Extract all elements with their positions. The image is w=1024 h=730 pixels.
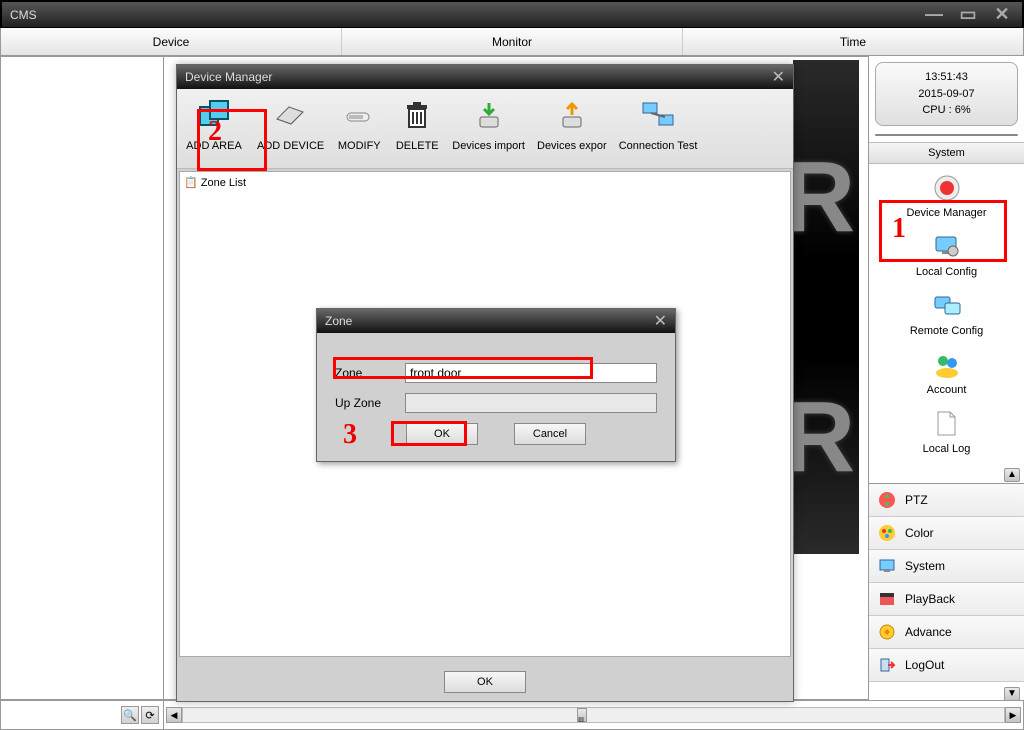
menu-bar: Device Monitor Time [0,28,1024,56]
sidebar-local-log[interactable]: Local Log [873,408,1020,455]
zoom-icon[interactable]: 🔍 [121,706,139,724]
import-icon [469,95,509,135]
scroll-right-icon[interactable]: ▶ [1005,707,1021,723]
left-panel [0,56,164,700]
minimize-button[interactable]: — [922,6,946,24]
status-cpu: CPU : 6% [882,102,1011,119]
title-bar: CMS — ▭ ✕ [0,0,1024,28]
toolbar-connection-test[interactable]: Connection Test [613,95,704,168]
status-box: 13:51:43 2015-09-07 CPU : 6% [875,62,1018,126]
zone-field-label: Zone [335,366,405,380]
zone-dialog-title: Zone [325,314,352,328]
clapper-icon [877,589,897,609]
dialog-title: Device Manager [185,70,272,84]
document-icon [931,408,963,440]
panel-ptz[interactable]: PTZ [869,484,1024,517]
palette-icon [877,523,897,543]
scroll-left-icon[interactable]: ◀ [166,707,182,723]
toolbar-add-device[interactable]: ADD DEVICE [251,95,330,168]
up-zone-input[interactable] [405,393,657,413]
logout-icon [877,655,897,675]
record-icon [931,172,963,204]
menu-device[interactable]: Device [1,28,342,55]
tree-root-label: Zone List [201,177,246,189]
trash-icon [397,95,437,135]
add-area-icon [194,95,234,135]
zone-cancel-button[interactable]: Cancel [514,423,586,445]
status-date: 2015-09-07 [882,86,1011,103]
cpu-progress [875,134,1018,136]
panel-color[interactable]: Color [869,517,1024,550]
zone-input[interactable] [405,363,657,383]
sidebar-device-manager[interactable]: Device Manager [873,172,1020,219]
connection-test-icon [638,95,678,135]
ptz-icon [877,490,897,510]
zone-dialog-close-icon[interactable]: ✕ [654,311,667,331]
toolbar-add-area[interactable]: ADD AREA [177,95,251,168]
toolbar-delete[interactable]: DELETE [388,95,446,168]
right-panel: 13:51:43 2015-09-07 CPU : 6% System Devi… [869,56,1024,700]
panel-playback[interactable]: PlayBack [869,583,1024,616]
toolbar-devices-import[interactable]: Devices import [446,95,531,168]
users-icon [931,349,963,381]
zone-dialog: Zone ✕ Zone Up Zone OK Cancel [316,308,676,462]
sidebar-local-config[interactable]: Local Config [873,231,1020,278]
maximize-button[interactable]: ▭ [956,6,980,24]
dialog-close-icon[interactable]: ✕ [772,67,785,87]
panel-system[interactable]: System [869,550,1024,583]
refresh-icon[interactable]: ⟳ [141,706,159,724]
menu-monitor[interactable]: Monitor [342,28,683,55]
video-background: R R [793,60,859,554]
menu-time[interactable]: Time [683,28,1023,55]
scroll-down-icon[interactable]: ▼ [1004,687,1020,701]
scroll-up-icon[interactable]: ▲ [1004,468,1020,482]
close-button[interactable]: ✕ [990,6,1014,24]
remote-config-icon [931,290,963,322]
export-icon [552,95,592,135]
device-manager-ok-button[interactable]: OK [444,671,526,693]
toolbar-modify[interactable]: MODIFY [330,95,388,168]
zone-ok-button[interactable]: OK [406,423,478,445]
panel-advance[interactable]: Advance [869,616,1024,649]
sidebar-account[interactable]: Account [873,349,1020,396]
up-zone-field-label: Up Zone [335,396,405,410]
status-time: 13:51:43 [882,69,1011,86]
section-system-header: System [869,142,1024,164]
system-icon [877,556,897,576]
advance-icon [877,622,897,642]
toolbar-devices-export[interactable]: Devices expor [531,95,613,168]
zone-dialog-titlebar[interactable]: Zone ✕ [317,309,675,333]
panel-logout[interactable]: LogOut [869,649,1024,682]
monitor-gear-icon [931,231,963,263]
tree-root-icon: 📋 [184,177,198,189]
app-title: CMS [10,8,922,22]
dialog-titlebar[interactable]: Device Manager ✕ [177,65,793,89]
modify-icon [339,95,379,135]
add-device-icon [271,95,311,135]
sidebar-remote-config[interactable]: Remote Config [873,290,1020,337]
bottom-left-tools: 🔍 ⟳ [0,700,164,730]
